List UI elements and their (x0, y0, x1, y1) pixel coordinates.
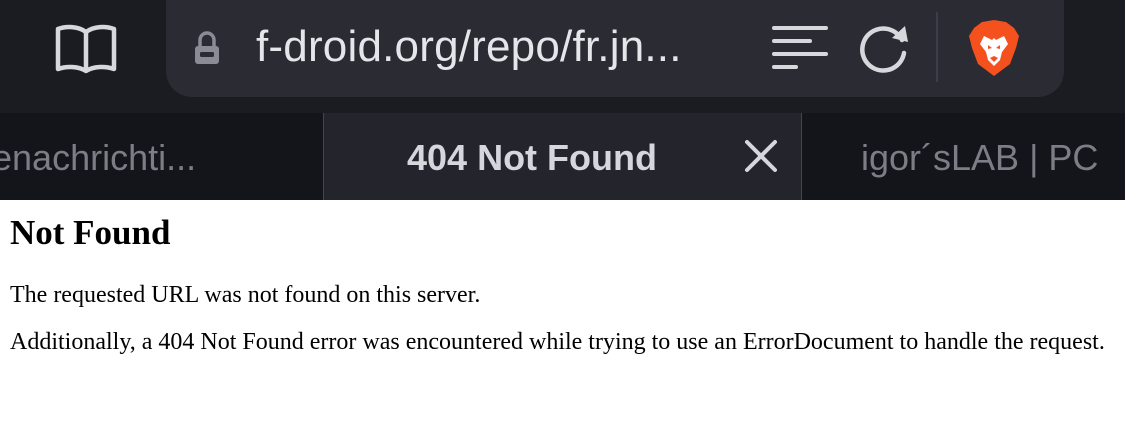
error-detail: Additionally, a 404 Not Found error was … (10, 329, 1105, 355)
brave-lion-icon[interactable] (966, 18, 1022, 78)
page-heading: Not Found (10, 213, 171, 252)
tab-inactive-left[interactable]: enachrichti... (0, 113, 322, 200)
tab-title: 404 Not Found (407, 137, 657, 178)
tab-title: igor´sLAB | PC (861, 137, 1099, 178)
url-text[interactable]: f-droid.org/repo/fr.jn... (256, 22, 682, 72)
toolbar-divider (936, 12, 938, 82)
tab-active[interactable]: 404 Not Found (323, 113, 802, 200)
tab-strip: enachrichti... 404 Not Found igor´sLAB |… (0, 113, 1125, 200)
reload-icon[interactable] (856, 20, 912, 76)
bookmarks-button[interactable] (52, 20, 120, 76)
address-bar[interactable]: f-droid.org/repo/fr.jn... (166, 0, 1064, 97)
tab-title: enachrichti... (0, 137, 197, 178)
reader-mode-icon[interactable] (770, 22, 830, 74)
error-message: The requested URL was not found on this … (10, 282, 481, 308)
close-icon[interactable] (744, 139, 778, 173)
book-open-icon (55, 24, 117, 74)
tab-inactive-right[interactable]: igor´sLAB | PC (803, 113, 1125, 200)
lock-icon (195, 31, 219, 64)
browser-toolbar: f-droid.org/repo/fr.jn... (0, 0, 1125, 113)
page-content: Not Found The requested URL was not foun… (0, 200, 1125, 435)
